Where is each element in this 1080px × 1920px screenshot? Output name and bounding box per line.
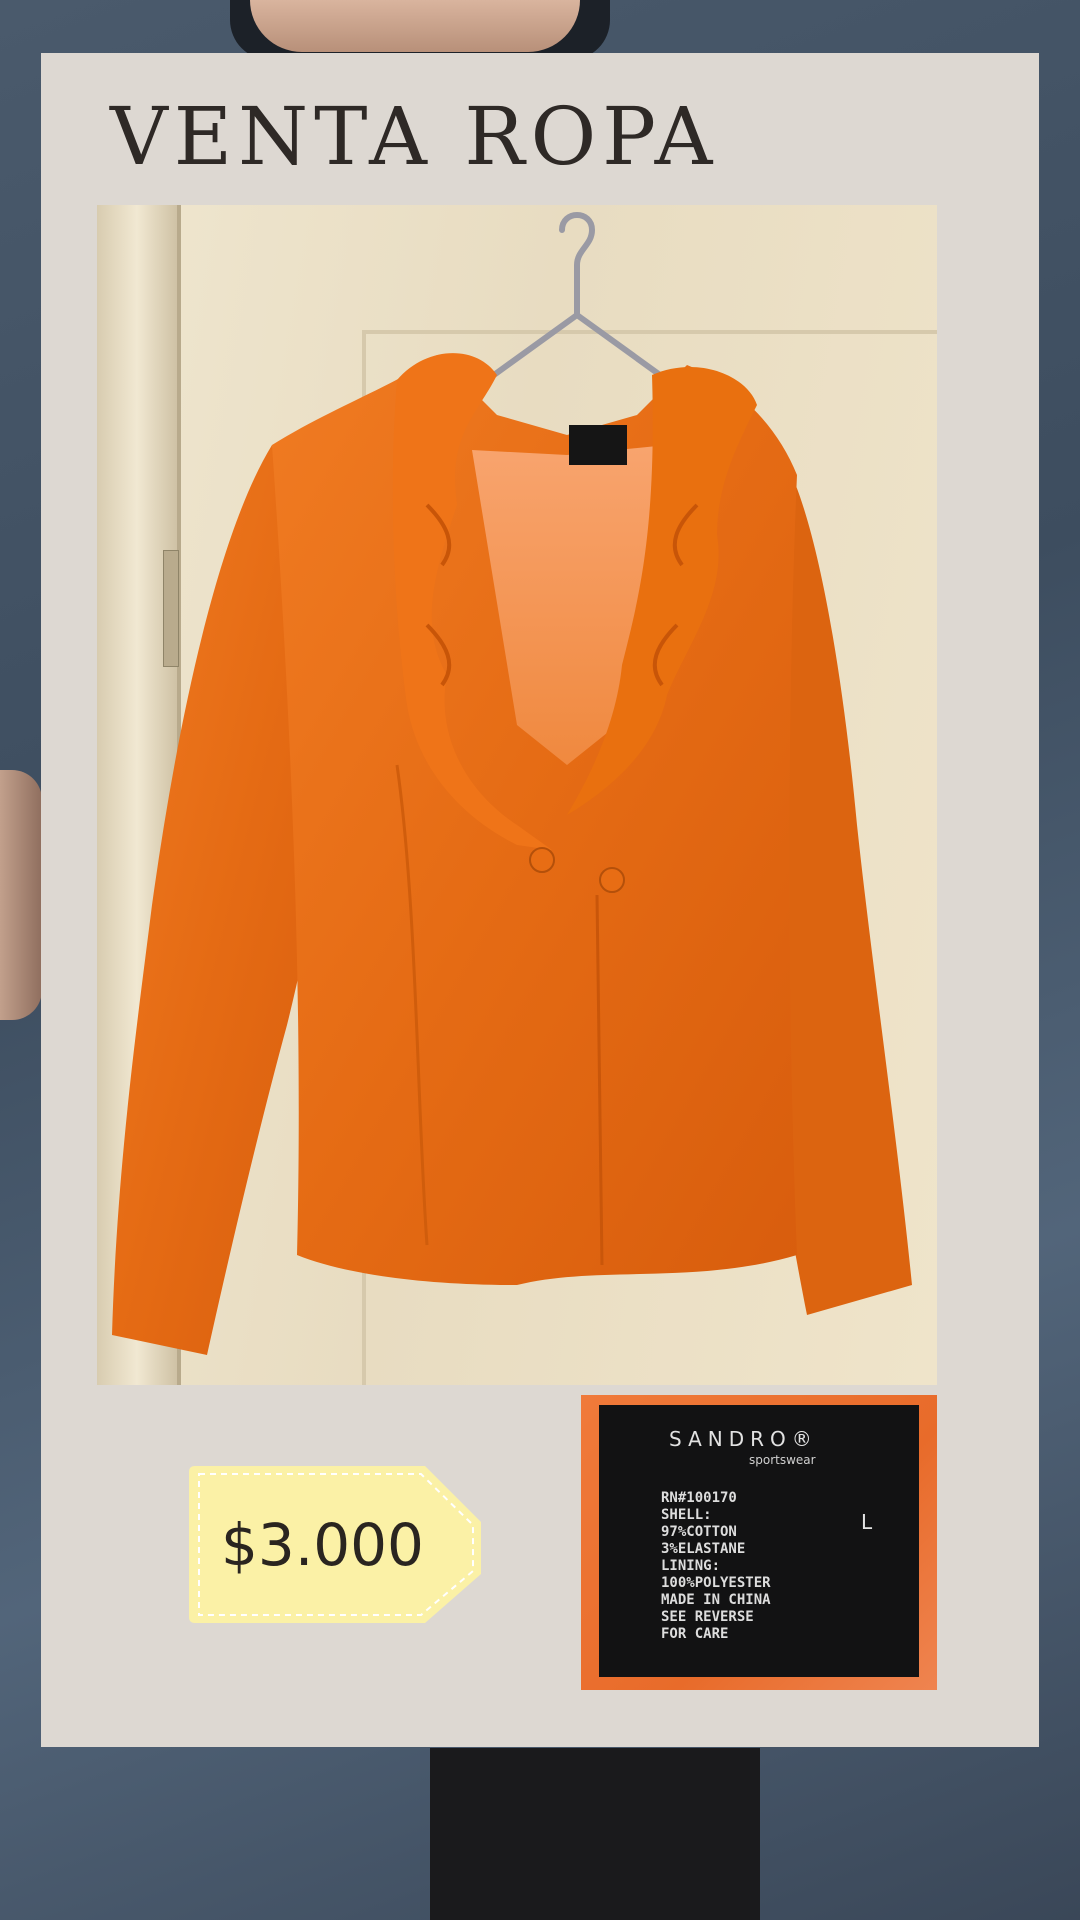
- price-tag: $3.000: [185, 1462, 485, 1627]
- clothing-tag-photo: SANDRO® sportswear L RN#100170 SHELL: 97…: [581, 1395, 937, 1690]
- care-line: FOR CARE: [661, 1626, 729, 1642]
- label-line: sportswear: [749, 1453, 816, 1467]
- product-photo: [97, 205, 937, 1385]
- jacket-illustration: [112, 353, 912, 1355]
- label-size: L: [861, 1510, 873, 1534]
- care-line: 97%COTTON: [661, 1524, 737, 1540]
- label-care-list: RN#100170 SHELL: 97%COTTON 3%ELASTANE LI…: [661, 1490, 771, 1643]
- label-brand-name: SANDRO: [669, 1427, 792, 1451]
- price-label: $3.000: [221, 1510, 424, 1579]
- label-brand-mark: ®: [791, 1427, 818, 1451]
- care-line: 100%POLYESTER: [661, 1575, 771, 1591]
- page-title: VENTA ROPA: [110, 90, 719, 183]
- care-line: 3%ELASTANE: [661, 1541, 746, 1557]
- care-line: MADE IN CHINA: [661, 1592, 771, 1608]
- care-line: RN#100170: [661, 1490, 737, 1506]
- background-neck: [250, 0, 580, 52]
- care-line: SEE REVERSE: [661, 1609, 754, 1625]
- care-line: SHELL:: [661, 1507, 712, 1523]
- clothing-label: SANDRO® sportswear L RN#100170 SHELL: 97…: [599, 1405, 919, 1677]
- background-dark-area: [430, 1748, 760, 1920]
- background-hand: [0, 770, 42, 1020]
- label-brand: SANDRO®: [669, 1427, 818, 1451]
- care-line: LINING:: [661, 1558, 721, 1574]
